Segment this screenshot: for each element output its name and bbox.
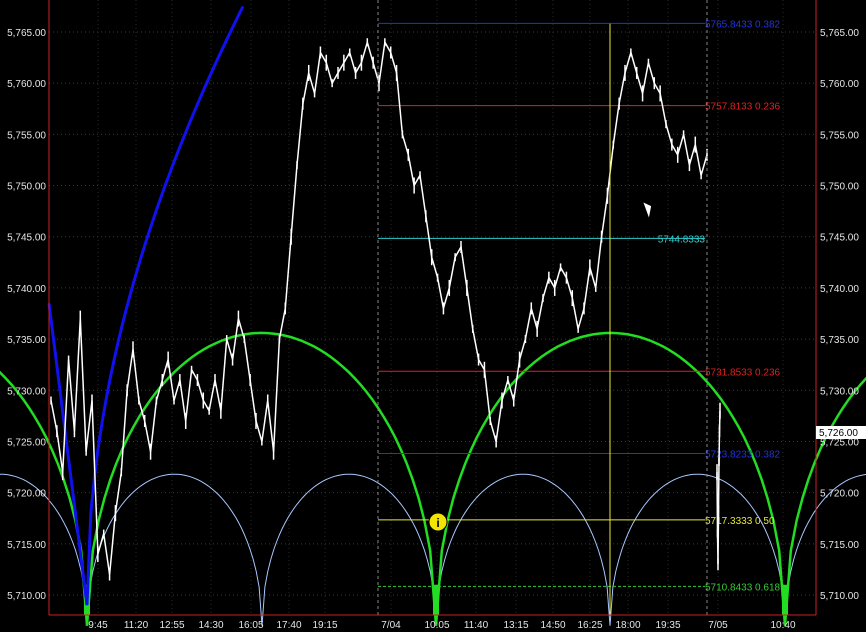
cycle-low-marker — [433, 584, 439, 615]
y-tick-label-right: 5,715.00 — [820, 540, 859, 551]
x-tick-label: 9:45 — [88, 620, 108, 631]
x-tick-label: 16:25 — [577, 620, 602, 631]
y-tick-label-right: 5,710.00 — [820, 591, 859, 602]
level-label: 5723.8233 0.382 — [705, 449, 781, 460]
x-tick-label: 13:15 — [503, 620, 528, 631]
level-label: 5765.8433 0.382 — [705, 19, 781, 30]
y-tick-label-left: 5,715.00 — [7, 540, 46, 551]
level-label: 5717.3333 0.50 — [705, 516, 775, 527]
y-tick-label-right: 5,755.00 — [820, 130, 859, 141]
y-tick-label-left: 5,755.00 — [7, 130, 46, 141]
x-tick-label: 19:35 — [655, 620, 680, 631]
last-price-label: 5,726.00 — [819, 428, 858, 439]
y-tick-label-right: 5,740.00 — [820, 284, 859, 295]
x-tick-label: 10:40 — [770, 620, 795, 631]
y-tick-label-left: 5,730.00 — [7, 386, 46, 397]
info-marker-icon[interactable]: i — [428, 512, 448, 532]
y-tick-label-right: 5,765.00 — [820, 28, 859, 39]
x-tick-label: 19:15 — [312, 620, 337, 631]
x-tick-label: 11:40 — [464, 620, 489, 631]
svg-text:i: i — [436, 516, 439, 530]
y-tick-label-right: 5,760.00 — [820, 79, 859, 90]
level-label: 5757.8133 0.236 — [705, 102, 781, 113]
x-tick-label: 11:20 — [124, 620, 149, 631]
x-tick-label: 7/04 — [381, 620, 401, 631]
cycle-low-marker — [782, 584, 788, 615]
y-tick-label-left: 5,710.00 — [7, 591, 46, 602]
x-tick-label: 14:50 — [540, 620, 565, 631]
y-tick-label-right: 5,730.00 — [820, 386, 859, 397]
x-tick-label: 10:05 — [424, 620, 449, 631]
y-tick-label-left: 5,745.00 — [7, 233, 46, 244]
y-tick-label-left: 5,750.00 — [7, 182, 46, 193]
last-price-marker: 5,726.00 — [816, 426, 866, 439]
y-tick-label-right: 5,735.00 — [820, 335, 859, 346]
y-tick-label-left: 5,765.00 — [7, 28, 46, 39]
price-chart: 5765.8433 0.382 5757.8133 0.236 5744.8333 5… — [0, 0, 866, 632]
x-tick-label: 18:00 — [615, 620, 640, 631]
y-tick-label-right: 5,745.00 — [820, 233, 859, 244]
x-tick-label: 17:40 — [276, 620, 301, 631]
y-tick-label-left: 5,725.00 — [7, 437, 46, 448]
x-tick-label: 12:55 — [159, 620, 184, 631]
y-tick-label-right: 5,725.00 — [820, 437, 859, 448]
y-tick-label-left: 5,760.00 — [7, 79, 46, 90]
x-tick-label: 7/05 — [708, 620, 728, 631]
x-tick-label: 16:05 — [238, 620, 263, 631]
level-label: 5710.8433 0.618 — [705, 582, 781, 593]
level-label: 5731.8533 0.236 — [705, 367, 781, 378]
x-tick-label: 14:30 — [198, 620, 223, 631]
y-tick-label-right: 5,720.00 — [820, 489, 859, 500]
y-tick-label-right: 5,750.00 — [820, 182, 859, 193]
level-label: 5744.8333 — [658, 234, 706, 245]
y-tick-label-left: 5,735.00 — [7, 335, 46, 346]
y-tick-label-left: 5,740.00 — [7, 284, 46, 295]
y-tick-label-left: 5,720.00 — [7, 489, 46, 500]
